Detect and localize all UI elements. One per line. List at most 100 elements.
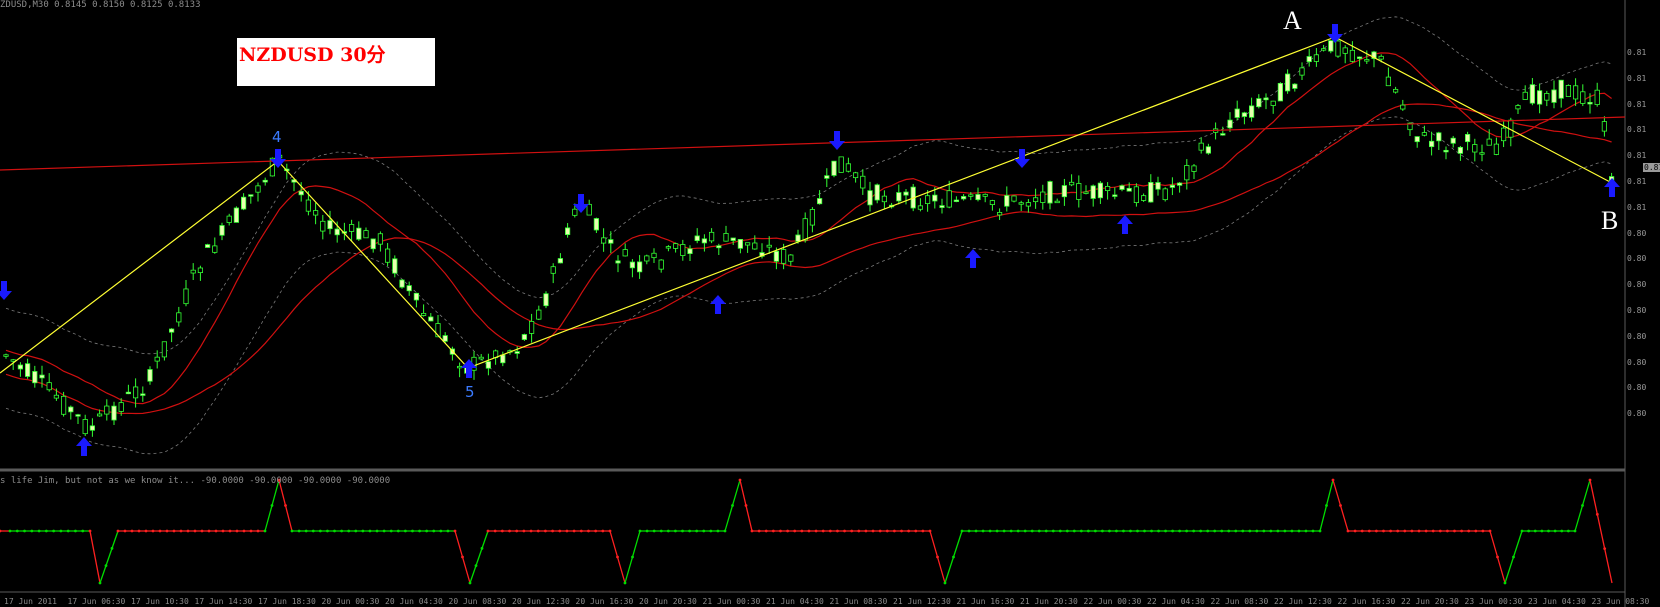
candle-body	[320, 220, 326, 232]
oscillator-dot	[1185, 529, 1189, 533]
candle-body	[550, 266, 556, 274]
oscillator-dot	[638, 529, 642, 533]
oscillator-dot	[779, 529, 782, 533]
candle-body	[1450, 137, 1456, 144]
candle-body	[989, 200, 996, 205]
candle-body	[982, 193, 988, 197]
candle-body	[104, 405, 110, 415]
candle-body	[608, 239, 614, 244]
candle-body	[1126, 187, 1132, 192]
candle-body	[197, 267, 203, 273]
oscillator-dot	[1150, 529, 1153, 533]
price-chart[interactable]: 17 Jun 2011 17 Jun 06:30 17 Jun 10:30 17 Ju…	[0, 0, 1660, 607]
oscillator-dot	[1431, 529, 1435, 533]
candle-body	[809, 209, 816, 226]
oscillator-dot	[702, 529, 706, 533]
candle-body	[1443, 149, 1449, 153]
oscillator-dot	[1079, 529, 1083, 533]
oscillator-dot	[270, 504, 274, 507]
time-label: 17 Jun 18:30	[258, 597, 316, 606]
wave-label-4: 4	[272, 128, 282, 146]
candle-body	[925, 195, 931, 204]
arrow-up-icon	[1117, 215, 1133, 234]
price-label: 0.80	[1627, 357, 1647, 367]
candle-body	[456, 365, 463, 369]
oscillator-dot	[1453, 529, 1456, 533]
candle-body	[1414, 136, 1420, 143]
oscillator-dot	[242, 529, 246, 533]
candle-body	[1486, 138, 1492, 146]
candle-body	[572, 208, 578, 216]
candle-body	[1349, 49, 1355, 62]
candle-body	[543, 293, 549, 307]
time-label: 20 Jun 20:30	[639, 597, 697, 606]
candle-body	[384, 248, 391, 263]
candle-body	[17, 364, 24, 370]
oscillator-dot	[1533, 529, 1537, 533]
oscillator-dot	[814, 529, 818, 533]
candle-body	[32, 371, 38, 384]
oscillator-dot	[1474, 529, 1478, 533]
oscillator-dot	[1367, 529, 1371, 533]
oscillator-dot	[731, 504, 734, 507]
candle-body	[1133, 186, 1139, 203]
oscillator-dot	[1164, 529, 1167, 533]
candle-body	[1025, 202, 1031, 207]
candle-body	[1313, 54, 1319, 62]
oscillator-dot	[1297, 529, 1301, 533]
candle-body	[420, 312, 427, 316]
time-label: 17 Jun 06:30	[68, 597, 126, 606]
candle-body	[1364, 59, 1370, 62]
price-label: 0.80	[1627, 280, 1647, 290]
oscillator-dot	[529, 529, 533, 533]
oscillator-dot	[674, 529, 677, 533]
candle-body	[1155, 182, 1161, 190]
time-label: 22 Jun 08:30	[1211, 597, 1269, 606]
candle-body	[601, 237, 607, 244]
oscillator-dot	[81, 529, 85, 533]
candle-body	[1587, 102, 1593, 105]
oscillator-dot	[151, 529, 155, 533]
candle-body	[1090, 185, 1096, 199]
oscillator-dot	[130, 529, 134, 533]
oscillator-dot	[836, 529, 839, 533]
candle-body	[536, 309, 542, 320]
candle-body	[240, 196, 247, 210]
candle-body	[701, 238, 708, 244]
candle-body	[111, 405, 117, 421]
oscillator-dot	[318, 529, 322, 533]
candle-body	[1040, 191, 1046, 203]
oscillator-dot	[551, 529, 554, 533]
oscillator-dot	[179, 529, 183, 533]
oscillator-dot	[709, 529, 713, 533]
candle-body	[615, 260, 621, 264]
oscillator-dot	[1051, 529, 1055, 533]
price-label: 0.81	[1627, 151, 1647, 161]
oscillator-dot	[565, 529, 569, 533]
oscillator-dot	[1311, 529, 1315, 533]
candle-body	[89, 425, 95, 431]
candle-body	[82, 419, 88, 435]
candle-body	[723, 233, 729, 242]
time-label: 20 Jun 08:30	[449, 597, 507, 606]
oscillator-dot	[1460, 529, 1463, 533]
wave-label-5: 5	[465, 383, 475, 401]
oscillator-dot	[474, 564, 478, 568]
candle-body	[529, 321, 535, 334]
candle-body	[946, 190, 952, 208]
oscillator-dot	[1058, 529, 1062, 533]
oscillator-dot	[104, 564, 108, 568]
candle-body	[997, 212, 1003, 216]
oscillator-dot	[1438, 529, 1442, 533]
candle-body	[651, 252, 657, 259]
oscillator-dot	[137, 529, 141, 533]
oscillator-dot	[1002, 529, 1006, 533]
candle-body	[1342, 47, 1348, 54]
oscillator-dot	[347, 529, 351, 533]
oscillator-dot	[631, 555, 634, 559]
candle-body	[1169, 184, 1175, 188]
candle-body	[442, 335, 448, 342]
candle-body	[1601, 121, 1607, 132]
ma-fast	[5, 52, 1612, 405]
oscillator-dot	[1560, 529, 1564, 533]
